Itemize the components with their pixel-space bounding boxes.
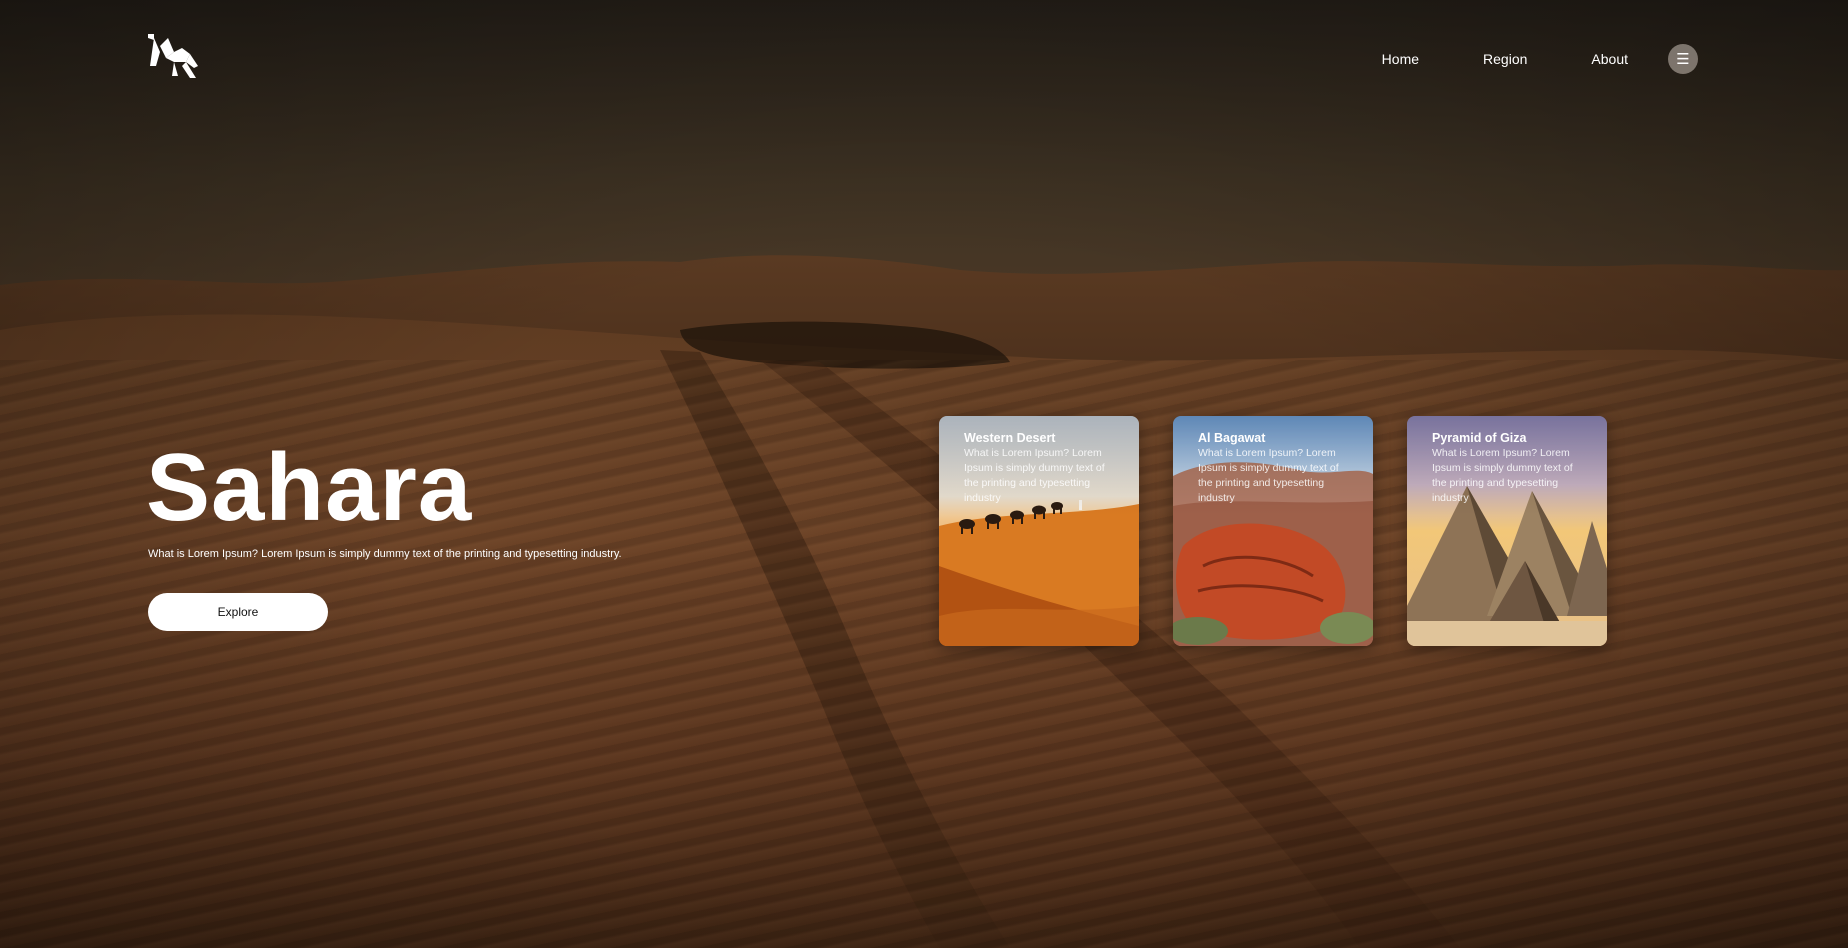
card-text: Western Desert What is Lorem Ipsum? Lore… <box>964 430 1121 506</box>
card-text: Al Bagawat What is Lorem Ipsum? Lorem Ip… <box>1198 430 1355 506</box>
card-title: Pyramid of Giza <box>1432 431 1527 445</box>
destination-card-western-desert[interactable]: Western Desert What is Lorem Ipsum? Lore… <box>939 416 1139 646</box>
card-description: What is Lorem Ipsum? Lorem Ipsum is simp… <box>964 447 1105 504</box>
destination-card-pyramid-of-giza[interactable]: Pyramid of Giza What is Lorem Ipsum? Lor… <box>1407 416 1607 646</box>
nav-home-link[interactable]: Home <box>1382 45 1419 73</box>
destination-card-al-bagawat[interactable]: Al Bagawat What is Lorem Ipsum? Lorem Ip… <box>1173 416 1373 646</box>
card-text: Pyramid of Giza What is Lorem Ipsum? Lor… <box>1432 430 1589 506</box>
nav-about-link[interactable]: About <box>1591 45 1628 73</box>
explore-button[interactable]: Explore <box>148 593 328 631</box>
origami-camel-icon[interactable] <box>146 32 200 80</box>
menu-button[interactable]: ☰ <box>1668 44 1698 74</box>
card-title: Al Bagawat <box>1198 431 1266 445</box>
card-title: Western Desert <box>964 431 1056 445</box>
main-nav: Home Region About ☰ <box>1382 44 1698 74</box>
hamburger-icon: ☰ <box>1676 51 1690 68</box>
page-title: Sahara <box>146 434 473 541</box>
hero-description: What is Lorem Ipsum? Lorem Ipsum is simp… <box>148 548 622 560</box>
card-description: What is Lorem Ipsum? Lorem Ipsum is simp… <box>1432 447 1573 504</box>
card-description: What is Lorem Ipsum? Lorem Ipsum is simp… <box>1198 447 1339 504</box>
nav-region-link[interactable]: Region <box>1483 45 1527 73</box>
